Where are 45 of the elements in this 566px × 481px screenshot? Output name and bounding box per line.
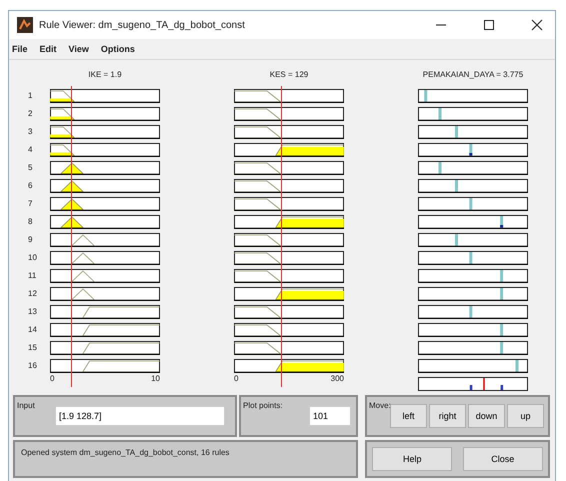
plot-title: IKE = 1.9: [88, 70, 122, 79]
menu-item[interactable]: Options: [100, 44, 135, 54]
rule-number: 9: [27, 234, 32, 246]
rule-number: 6: [27, 180, 32, 192]
window-title: Rule Viewer: dm_sugeno_TA_dg_bobot_const: [39, 20, 245, 30]
move-label: Move:: [369, 401, 391, 410]
rule-number: 5: [27, 162, 32, 174]
rule-number: 4: [27, 144, 32, 156]
dialog-button[interactable]: Help: [372, 447, 452, 471]
maximize-icon[interactable]: [483, 19, 495, 31]
input-value-line[interactable]: [281, 86, 282, 387]
rule-number: 13: [27, 306, 37, 318]
rule-number: 14: [27, 324, 37, 336]
menu-item[interactable]: View: [68, 44, 89, 54]
plot-points-field[interactable]: 101: [309, 406, 351, 426]
plot-title: KES = 129: [270, 70, 308, 79]
menu-item[interactable]: File: [12, 44, 28, 54]
move-button[interactable]: left: [390, 404, 427, 428]
input-value-line[interactable]: [70, 86, 72, 387]
rule-number: 16: [27, 360, 37, 372]
input-label: Input: [17, 401, 35, 410]
rule-number: 7: [27, 198, 32, 210]
plot-points-label: Plot points:: [243, 401, 283, 410]
rule-number: 11: [27, 270, 36, 282]
axis-label: 0: [234, 374, 238, 383]
status-message: Opened system dm_sugeno_TA_dg_bobot_const, 16 rules: [20, 447, 230, 457]
rule-number: 15: [27, 342, 37, 354]
input-field[interactable]: [1.9 128.7]: [55, 406, 225, 426]
rule-number: 12: [27, 288, 37, 300]
plot-title: PEMAKAIAN_DAYA = 3.775: [422, 70, 524, 79]
app-icon: [17, 17, 33, 33]
rule-number: 3: [27, 126, 32, 138]
close-icon[interactable]: [531, 19, 543, 31]
rule-number: 2: [27, 108, 32, 120]
rule-number: 8: [27, 216, 32, 228]
rule-number: 1: [27, 90, 32, 102]
axis-label: 10: [151, 374, 160, 383]
menu-item[interactable]: Edit: [40, 44, 57, 54]
move-button[interactable]: down: [468, 404, 505, 428]
dialog-button[interactable]: Close: [462, 447, 543, 471]
rule-number: 10: [27, 252, 37, 264]
move-button[interactable]: right: [429, 404, 466, 428]
axis-label: 300: [330, 374, 344, 383]
axis-label: 0: [50, 374, 54, 383]
move-button[interactable]: up: [507, 404, 544, 428]
